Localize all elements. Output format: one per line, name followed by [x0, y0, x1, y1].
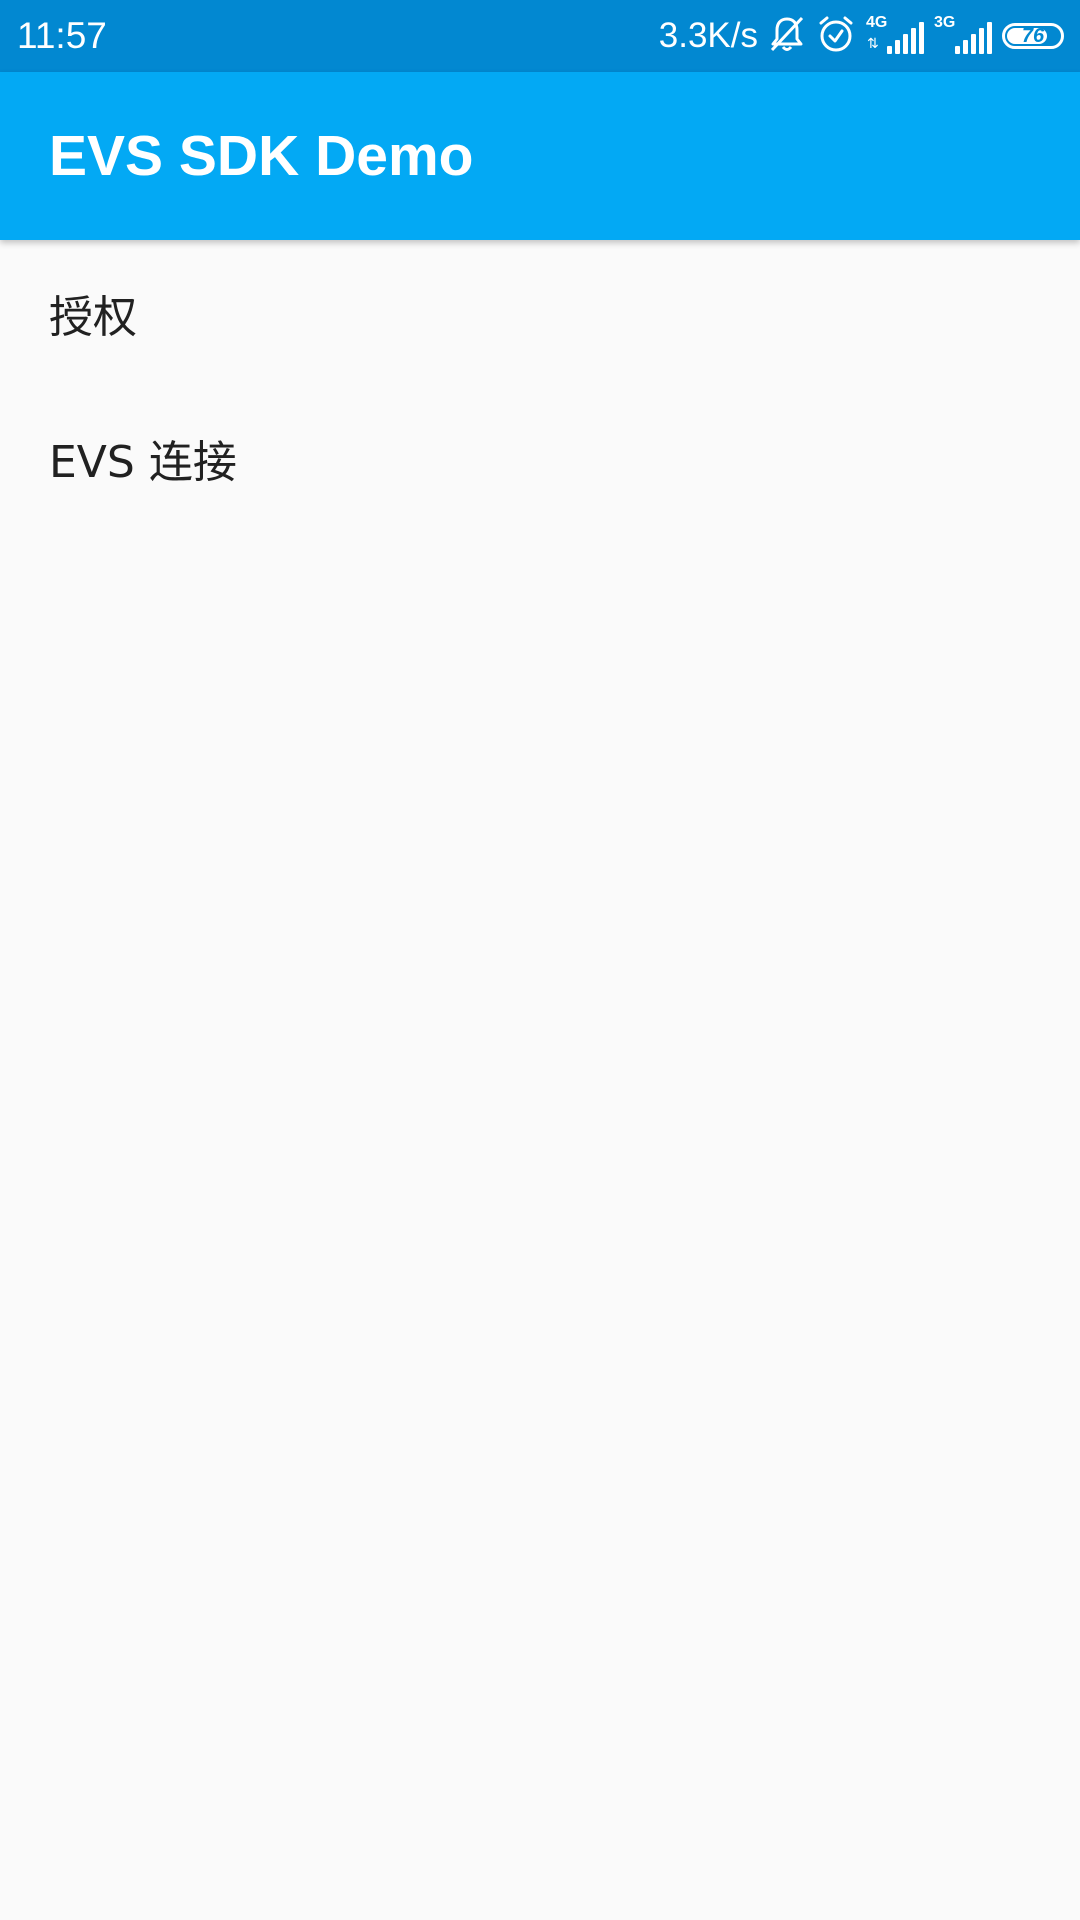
list-item-authorize[interactable]: 授权 [0, 240, 1080, 385]
list-item-label: EVS 连接 [49, 436, 237, 488]
signal-4g-icon: 4G ⇅ [866, 14, 924, 56]
battery-icon: 76 [1002, 23, 1064, 49]
signal-tech-label: 4G [866, 14, 888, 31]
signal-bars [887, 22, 924, 54]
screen: 11:57 3.3K/s 4G ⇅ 3G 76 EVS SDK Demo 授权 … [0, 0, 1080, 1920]
status-time: 11:57 [17, 15, 107, 56]
alarm-icon [816, 14, 856, 58]
app-bar: EVS SDK Demo [0, 72, 1080, 240]
signal-3g-icon: 3G [934, 14, 992, 56]
app-title: EVS SDK Demo [49, 124, 474, 188]
signal-bars [955, 22, 992, 54]
menu-list: 授权 EVS 连接 [0, 240, 1080, 530]
list-item-evs-connect[interactable]: EVS 连接 [0, 385, 1080, 530]
status-bar: 11:57 3.3K/s 4G ⇅ 3G 76 [0, 0, 1080, 72]
list-item-label: 授权 [49, 291, 137, 343]
signal-tech-label: 3G [934, 14, 956, 31]
battery-level: 76 [1021, 25, 1045, 47]
data-arrows-icon: ⇅ [867, 36, 879, 52]
network-speed: 3.3K/s [658, 16, 758, 55]
status-icons: 3.3K/s 4G ⇅ 3G 76 [659, 14, 1064, 58]
bell-off-icon [768, 14, 806, 58]
